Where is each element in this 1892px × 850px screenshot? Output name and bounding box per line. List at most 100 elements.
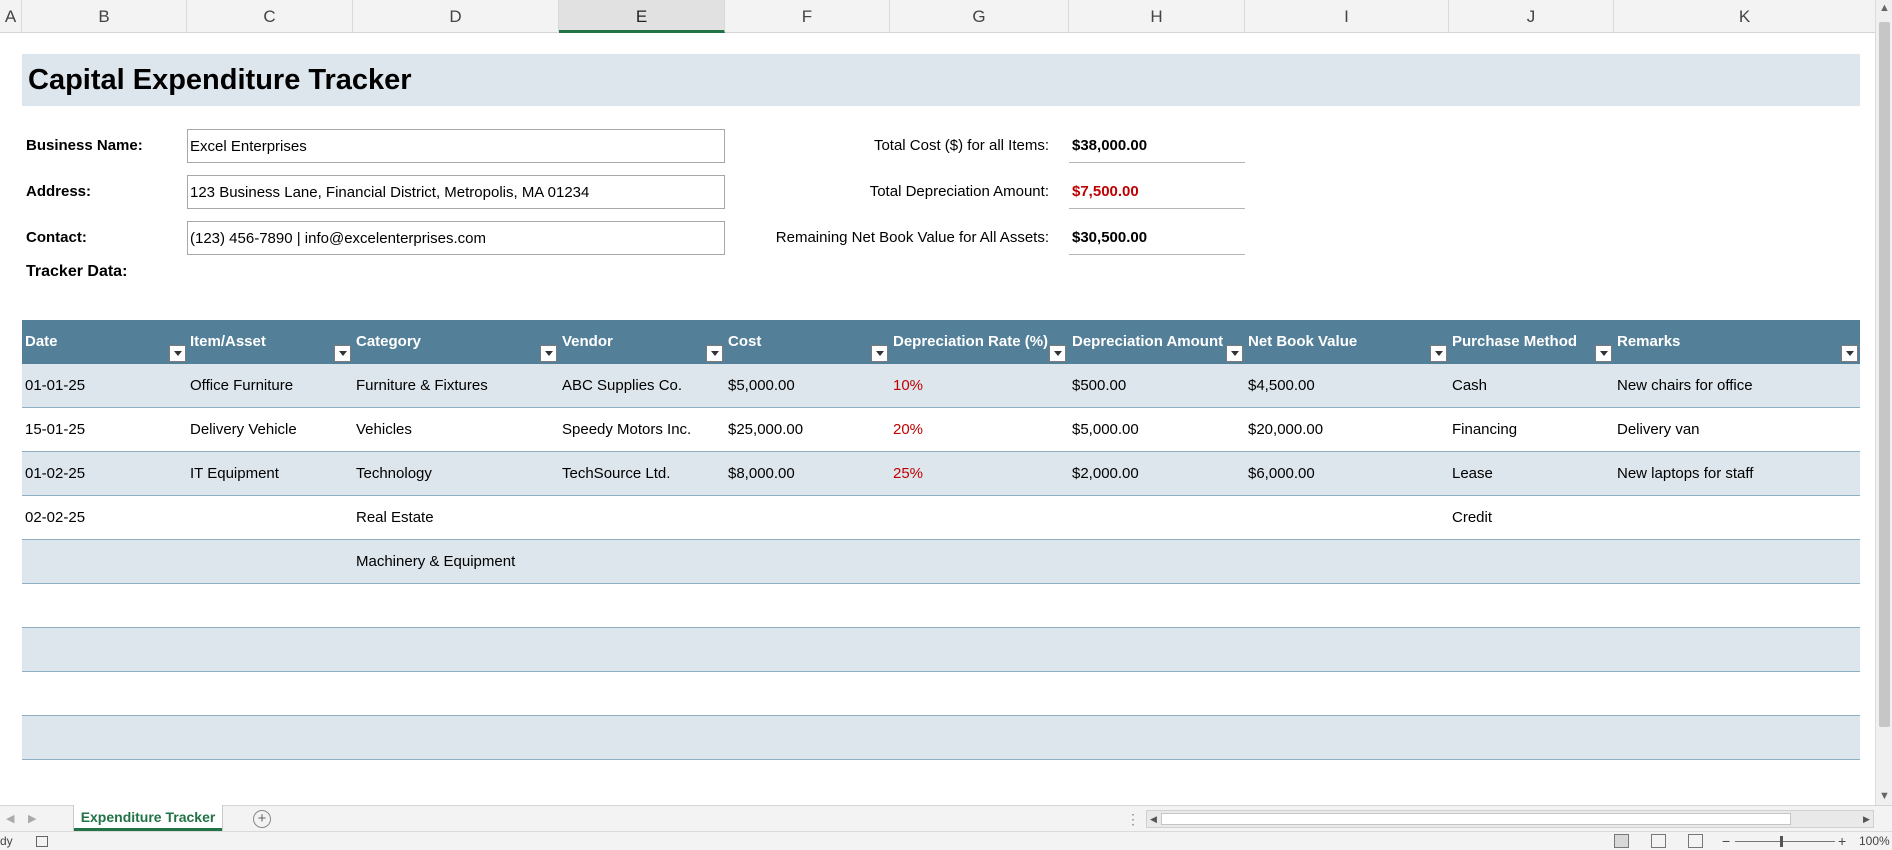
cell-cost[interactable]: $5,000.00	[725, 364, 795, 408]
cell-purchase-method[interactable]	[1449, 540, 1452, 584]
zoom-slider-knob[interactable]	[1780, 836, 1783, 847]
address-field[interactable]: 123 Business Lane, Financial District, M…	[187, 175, 725, 209]
cell-category[interactable]: Real Estate	[353, 496, 434, 540]
column-header-k[interactable]: K	[1614, 0, 1875, 33]
vertical-scroll-thumb[interactable]	[1879, 22, 1890, 727]
header-purchase-method[interactable]: Purchase Method	[1449, 320, 1577, 364]
column-header-f[interactable]: F	[725, 0, 890, 33]
cell-date[interactable]: 01-02-25	[22, 452, 85, 496]
table-row[interactable]	[22, 760, 1860, 804]
total-depreciation-value[interactable]: $7,500.00	[1069, 175, 1245, 209]
column-header-c[interactable]: C	[187, 0, 353, 33]
plus-circle-icon[interactable]: +	[253, 810, 271, 828]
cell-category[interactable]: Technology	[353, 452, 432, 496]
cell-depreciation-rate[interactable]	[890, 496, 893, 540]
cell-net-book-value[interactable]	[1245, 540, 1248, 584]
header-date[interactable]: Date	[22, 320, 58, 364]
cell-net-book-value[interactable]: $20,000.00	[1245, 408, 1323, 452]
filter-dropdown-icon[interactable]	[334, 345, 351, 362]
column-header-g[interactable]: G	[890, 0, 1069, 33]
table-row[interactable]: 02-02-25 Real Estate Credit	[22, 496, 1860, 540]
remaining-nbv-value[interactable]: $30,500.00	[1069, 221, 1245, 255]
header-item-asset[interactable]: Item/Asset	[187, 320, 266, 364]
table-row[interactable]	[22, 672, 1860, 716]
cell-cost[interactable]: $25,000.00	[725, 408, 803, 452]
horizontal-scrollbar[interactable]: ◀ ▶	[1146, 810, 1874, 828]
cell-vendor[interactable]	[559, 540, 562, 584]
cell-net-book-value[interactable]	[1245, 496, 1248, 540]
filter-dropdown-icon[interactable]	[871, 345, 888, 362]
split-handle-icon[interactable]: ⋮	[1126, 806, 1140, 832]
cell-remarks[interactable]: New laptops for staff	[1614, 452, 1753, 496]
page-layout-view-icon[interactable]	[1651, 834, 1666, 848]
cell-cost[interactable]: $8,000.00	[725, 452, 795, 496]
zoom-level[interactable]: 100%	[1859, 832, 1890, 850]
filter-dropdown-icon[interactable]	[1595, 345, 1612, 362]
column-header-a[interactable]: A	[0, 0, 22, 33]
header-category[interactable]: Category	[353, 320, 421, 364]
cell-item-asset[interactable]: Office Furniture	[187, 364, 293, 408]
cell-date[interactable]: 15-01-25	[22, 408, 85, 452]
column-header-b[interactable]: B	[22, 0, 187, 33]
cell-item-asset[interactable]: IT Equipment	[187, 452, 279, 496]
zoom-in-icon[interactable]: +	[1838, 832, 1846, 850]
cell-depreciation-rate[interactable]: 10%	[890, 364, 923, 408]
cell-depreciation-amount[interactable]: $2,000.00	[1069, 452, 1139, 496]
cell-purchase-method[interactable]: Credit	[1449, 496, 1492, 540]
header-depreciation-amount[interactable]: Depreciation Amount	[1069, 320, 1223, 364]
cell-vendor[interactable]	[559, 496, 562, 540]
header-depreciation-rate[interactable]: Depreciation Rate (%)	[890, 320, 1048, 364]
cell-depreciation-rate[interactable]: 20%	[890, 408, 923, 452]
table-row[interactable]	[22, 716, 1860, 760]
contact-field[interactable]: (123) 456-7890 | info@excelenterprises.c…	[187, 221, 725, 255]
cell-net-book-value[interactable]: $6,000.00	[1245, 452, 1315, 496]
cell-date[interactable]	[22, 540, 25, 584]
cell-depreciation-amount[interactable]: $500.00	[1069, 364, 1126, 408]
filter-dropdown-icon[interactable]	[1049, 345, 1066, 362]
cell-cost[interactable]	[725, 496, 728, 540]
filter-dropdown-icon[interactable]	[1226, 345, 1243, 362]
header-remarks[interactable]: Remarks	[1614, 320, 1680, 364]
tab-scroll-left-icon[interactable]: ◀	[6, 806, 14, 832]
cell-purchase-method[interactable]: Lease	[1449, 452, 1493, 496]
table-row[interactable]: 15-01-25 Delivery Vehicle Vehicles Speed…	[22, 408, 1860, 452]
cell-purchase-method[interactable]: Cash	[1449, 364, 1487, 408]
cell-vendor[interactable]: TechSource Ltd.	[559, 452, 670, 496]
cell-depreciation-rate[interactable]: 25%	[890, 452, 923, 496]
zoom-slider[interactable]	[1735, 841, 1835, 842]
table-row[interactable]: Machinery & Equipment	[22, 540, 1860, 584]
cell-date[interactable]: 02-02-25	[22, 496, 85, 540]
cell-remarks[interactable]: Delivery van	[1614, 408, 1700, 452]
cell-category[interactable]: Machinery & Equipment	[353, 540, 515, 584]
scroll-left-icon[interactable]: ◀	[1147, 811, 1160, 827]
table-row[interactable]: 01-01-25 Office Furniture Furniture & Fi…	[22, 364, 1860, 408]
cell-item-asset[interactable]: Delivery Vehicle	[187, 408, 297, 452]
filter-dropdown-icon[interactable]	[706, 345, 723, 362]
business-name-field[interactable]: Excel Enterprises	[187, 129, 725, 163]
cell-category[interactable]: Furniture & Fixtures	[353, 364, 488, 408]
scroll-right-icon[interactable]: ▶	[1860, 811, 1873, 827]
cell-remarks[interactable]	[1614, 540, 1617, 584]
header-vendor[interactable]: Vendor	[559, 320, 613, 364]
cell-date[interactable]: 01-01-25	[22, 364, 85, 408]
column-header-i[interactable]: I	[1245, 0, 1449, 33]
column-header-d[interactable]: D	[353, 0, 559, 33]
cell-depreciation-amount[interactable]	[1069, 540, 1072, 584]
vertical-scrollbar[interactable]: ▲ ▼	[1875, 0, 1892, 805]
table-row[interactable]: 01-02-25 IT Equipment Technology TechSou…	[22, 452, 1860, 496]
cell-category[interactable]: Vehicles	[353, 408, 412, 452]
horizontal-scroll-thumb[interactable]	[1161, 813, 1791, 825]
table-row[interactable]	[22, 584, 1860, 628]
column-header-j[interactable]: J	[1449, 0, 1614, 33]
cell-remarks[interactable]: New chairs for office	[1614, 364, 1753, 408]
cell-depreciation-rate[interactable]	[890, 540, 893, 584]
tab-expenditure-tracker[interactable]: Expenditure Tracker	[74, 805, 222, 831]
cell-vendor[interactable]: ABC Supplies Co.	[559, 364, 682, 408]
scroll-up-icon[interactable]: ▲	[1876, 0, 1892, 17]
normal-view-icon[interactable]	[1614, 834, 1629, 848]
cell-vendor[interactable]: Speedy Motors Inc.	[559, 408, 691, 452]
total-cost-value[interactable]: $38,000.00	[1069, 129, 1245, 163]
filter-dropdown-icon[interactable]	[169, 345, 186, 362]
filter-dropdown-icon[interactable]	[540, 345, 557, 362]
table-row[interactable]	[22, 628, 1860, 672]
